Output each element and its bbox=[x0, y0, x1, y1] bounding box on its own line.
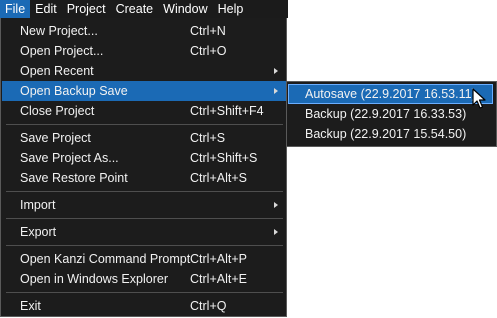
menu-item-open-recent[interactable]: Open Recent bbox=[2, 61, 286, 81]
menu-item-label: Save Restore Point bbox=[20, 171, 128, 185]
menu-edit[interactable]: Edit bbox=[30, 0, 62, 18]
menu-separator bbox=[6, 124, 283, 125]
menu-item-save-project-as[interactable]: Save Project As... Ctrl+Shift+S bbox=[2, 148, 286, 168]
chevron-right-icon bbox=[274, 202, 278, 208]
chevron-right-icon bbox=[274, 88, 278, 94]
menu-item-label: Save Project As... bbox=[20, 151, 119, 165]
menu-item-shortcut: Ctrl+Alt+P bbox=[190, 252, 247, 266]
menu-item-shortcut: Ctrl+S bbox=[190, 131, 226, 145]
menu-item-open-project[interactable]: Open Project... Ctrl+O bbox=[2, 41, 286, 61]
menu-item-close-project[interactable]: Close Project Ctrl+Shift+F4 bbox=[2, 101, 286, 121]
submenu-item-autosave[interactable]: Autosave (22.9.2017 16.53.11) bbox=[288, 84, 493, 104]
menu-separator bbox=[6, 245, 283, 246]
menu-project[interactable]: Project bbox=[62, 0, 111, 18]
backup-save-submenu: Autosave (22.9.2017 16.53.11) Backup (22… bbox=[286, 81, 497, 147]
menu-help[interactable]: Help bbox=[213, 0, 249, 18]
submenu-item-backup-1[interactable]: Backup (22.9.2017 16.33.53) bbox=[289, 104, 489, 124]
menu-item-exit[interactable]: Exit Ctrl+Q bbox=[2, 296, 286, 316]
menu-item-new-project[interactable]: New Project... Ctrl+N bbox=[2, 21, 286, 41]
menu-item-label: New Project... bbox=[20, 24, 98, 38]
menu-item-shortcut: Ctrl+Alt+S bbox=[190, 171, 247, 185]
menu-item-shortcut: Ctrl+Alt+E bbox=[190, 272, 247, 286]
menu-item-open-kanzi-command-prompt[interactable]: Open Kanzi Command Prompt Ctrl+Alt+P bbox=[2, 249, 286, 269]
menu-create[interactable]: Create bbox=[111, 0, 159, 18]
menu-item-shortcut: Ctrl+Shift+S bbox=[190, 151, 258, 165]
menu-item-save-restore-point[interactable]: Save Restore Point Ctrl+Alt+S bbox=[2, 168, 286, 188]
submenu-item-label: Backup (22.9.2017 16.33.53) bbox=[305, 107, 467, 121]
menu-item-shortcut: Ctrl+N bbox=[190, 24, 226, 38]
chevron-right-icon bbox=[274, 68, 278, 74]
menu-item-open-backup-save[interactable]: Open Backup Save bbox=[2, 81, 286, 101]
menu-item-shortcut: Ctrl+O bbox=[190, 44, 227, 58]
menu-item-label: Open Backup Save bbox=[20, 84, 128, 98]
menu-item-label: Close Project bbox=[20, 104, 95, 118]
menu-item-open-in-windows-explorer[interactable]: Open in Windows Explorer Ctrl+Alt+E bbox=[2, 269, 286, 289]
menu-separator bbox=[6, 191, 283, 192]
menu-item-label: Open Project... bbox=[20, 44, 104, 58]
menu-item-label: Save Project bbox=[20, 131, 91, 145]
application-window: File Edit Project Create Window Help New… bbox=[0, 0, 497, 318]
menu-item-label: Open Kanzi Command Prompt bbox=[20, 252, 191, 266]
menu-file[interactable]: File bbox=[0, 0, 31, 18]
menu-item-label: Import bbox=[20, 198, 56, 212]
menu-item-label: Export bbox=[20, 225, 57, 239]
chevron-right-icon bbox=[274, 229, 278, 235]
menu-item-label: Open Recent bbox=[20, 64, 94, 78]
menu-item-shortcut: Ctrl+Shift+F4 bbox=[190, 104, 264, 118]
submenu-item-label: Autosave (22.9.2017 16.53.11) bbox=[305, 87, 476, 101]
menu-item-label: Exit bbox=[20, 299, 41, 313]
menu-bar: File Edit Project Create Window Help bbox=[0, 0, 288, 18]
menu-separator bbox=[6, 292, 283, 293]
submenu-item-backup-2[interactable]: Backup (22.9.2017 15.54.50) bbox=[289, 124, 489, 144]
menu-item-export[interactable]: Export bbox=[2, 222, 286, 242]
file-menu-dropdown: New Project... Ctrl+N Open Project... Ct… bbox=[0, 18, 287, 317]
menu-window[interactable]: Window bbox=[158, 0, 212, 18]
menu-item-save-project[interactable]: Save Project Ctrl+S bbox=[2, 128, 286, 148]
menu-item-import[interactable]: Import bbox=[2, 195, 286, 215]
menu-separator bbox=[6, 218, 283, 219]
menu-item-label: Open in Windows Explorer bbox=[20, 272, 168, 286]
menu-item-shortcut: Ctrl+Q bbox=[190, 299, 227, 313]
submenu-item-label: Backup (22.9.2017 15.54.50) bbox=[305, 127, 467, 141]
mouse-pointer-icon bbox=[472, 88, 486, 109]
